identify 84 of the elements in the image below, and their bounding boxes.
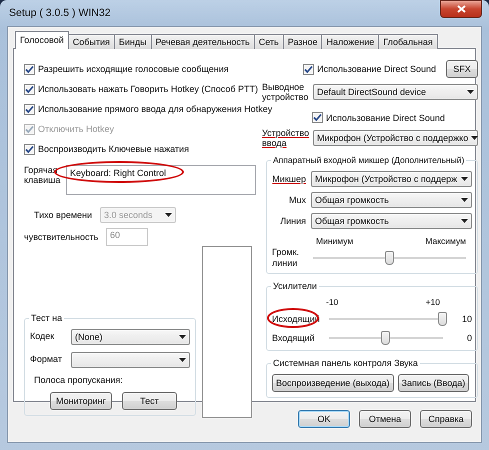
scale-label: Максимум (425, 236, 466, 246)
checkbox-label: Использование прямого ввода для обнаружения Hotkey (38, 104, 272, 114)
checkbox[interactable] (24, 64, 35, 74)
field-label: Тихо времени (34, 210, 94, 220)
group-title: Усилители (271, 281, 319, 292)
close-button[interactable] (440, 0, 482, 18)
checkmark-icon (25, 104, 34, 114)
dropdown-arrow-icon (165, 213, 172, 217)
checkbox[interactable] (303, 64, 314, 74)
checkmark-icon (25, 84, 34, 94)
slider-label: Входящий (272, 332, 316, 344)
tab[interactable]: Речевая деятельность (150, 34, 255, 49)
checkmark-icon (304, 64, 314, 74)
slider-track[interactable] (313, 250, 466, 265)
bandwidth-label: Полоса пропускания: (33, 374, 124, 385)
checkmark-icon (25, 64, 34, 74)
hotkey-value: Keyboard: Right Control (70, 168, 166, 178)
dropdown-arrow-icon (461, 198, 468, 202)
group-title: Системная панель контроля Звука (271, 358, 420, 368)
dropdown-arrow-icon (471, 136, 478, 140)
sound-panel-button[interactable]: Воспроизведение (выхода) (272, 374, 394, 392)
dropdown-arrow-icon (461, 219, 468, 224)
checkmark-icon (25, 144, 34, 154)
scale-label: -10 (326, 297, 338, 308)
checkmark-icon (313, 113, 322, 122)
dropdown[interactable]: Default DirectSound device (313, 84, 478, 100)
checkbox[interactable] (312, 112, 323, 124)
close-icon (456, 5, 466, 13)
slider-thumb[interactable] (438, 312, 447, 326)
checkbox-label: Использование Direct Sound (326, 112, 445, 123)
dropdown-arrow-icon (179, 334, 186, 339)
tab[interactable]: Разное (282, 34, 322, 49)
dropdown[interactable]: Общая громкость (311, 213, 472, 230)
dropdown[interactable]: (None) (71, 328, 190, 345)
field-label: Микшер (272, 174, 306, 184)
checkbox[interactable] (24, 84, 35, 94)
dropdown[interactable]: Микрофон (Устройство с поддерж (311, 171, 472, 188)
dropdown-arrow-icon (179, 358, 186, 362)
sfx-button[interactable]: SFX (446, 60, 478, 78)
field-label: Формат (30, 354, 63, 365)
checkbox[interactable] (24, 104, 35, 114)
tab[interactable]: Голосовой (15, 31, 69, 49)
checkbox-label: Разрешить исходящие голосовые сообщения (38, 64, 229, 74)
window-title: Setup ( 3.0.5 ) WIN32 (8, 7, 111, 19)
checkbox-label: Воспроизводить Ключевые нажатия (38, 144, 189, 154)
checkbox-label: Использовать нажать Говорить Hotkey (Способ PTT) (38, 84, 258, 94)
test-button[interactable]: Тест (122, 392, 177, 410)
dialog-button[interactable]: Справка (420, 410, 472, 428)
test-button[interactable]: Мониторинг (50, 392, 112, 410)
dropdown[interactable]: Общая громкость (311, 192, 472, 208)
slider-reading: 10 (460, 314, 472, 324)
dropdown-arrow-icon (467, 90, 474, 94)
slider-thumb[interactable] (384, 250, 394, 265)
group-title: Аппаратный входной микшер (Дополнительный) (271, 155, 466, 166)
slider-reading: 0 (466, 333, 472, 344)
slider-label: Громк. линии (272, 247, 300, 268)
checkbox[interactable] (24, 144, 35, 154)
hotkey-field[interactable]: Keyboard: Right Control (66, 165, 256, 195)
checkbox-label: Отключить Hotkey (38, 124, 114, 134)
field-label: Горячая клавиша (24, 165, 62, 186)
checkbox-label: Использование Direct Sound (317, 64, 436, 74)
tab[interactable]: Сеть (254, 34, 284, 49)
tab[interactable]: Глобальная (378, 34, 438, 49)
dialog-button[interactable]: Отмена (359, 410, 411, 428)
checkmark-icon (25, 124, 34, 134)
slider-thumb[interactable] (381, 331, 390, 346)
scale-label: +10 (426, 297, 440, 308)
tab[interactable]: События (68, 34, 115, 49)
field-label: Кодек (30, 331, 56, 342)
tab[interactable]: Наложение (321, 34, 380, 49)
field-label: Mux (288, 195, 306, 206)
dropdown-arrow-icon (461, 177, 468, 182)
dropdown[interactable]: Микрофон (Устройство с поддержко (313, 130, 478, 146)
dialog-button[interactable]: OK (298, 410, 350, 428)
group-title: Тест на (29, 312, 64, 323)
field-label: Выводное устройство (262, 82, 308, 103)
slider-track[interactable] (329, 331, 443, 346)
dropdown[interactable] (71, 352, 190, 368)
sound-panel-button[interactable]: Запись (Ввода) (398, 374, 470, 392)
field-label: Линия (280, 216, 306, 226)
field-label: чувствительность (24, 232, 100, 242)
scale-label: Минимум (316, 236, 354, 246)
tab[interactable]: Бинды (114, 34, 152, 49)
field-label: Устройство ввода (262, 128, 308, 148)
